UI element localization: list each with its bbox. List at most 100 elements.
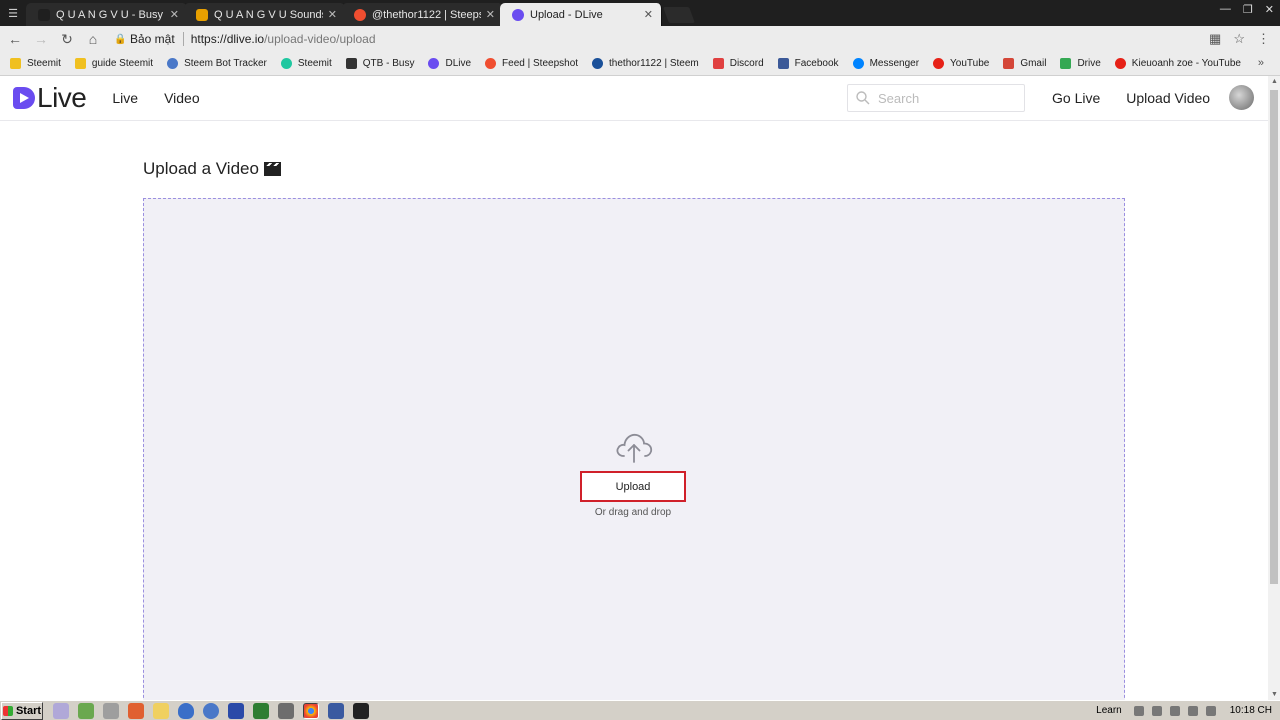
new-tab-button[interactable]	[663, 7, 695, 23]
busy-favicon-icon	[38, 8, 50, 21]
scroll-up-icon[interactable]: ▲	[1271, 78, 1278, 85]
tab-search-icon[interactable]: ☰	[0, 0, 26, 26]
app-icon[interactable]	[253, 702, 269, 719]
app-icon[interactable]	[278, 702, 294, 719]
tab-title: Q U A N G V U - Busy	[56, 8, 163, 21]
header-actions: Go Live Upload Video	[1052, 90, 1210, 106]
bookmark-item[interactable]: thethor1122 | Steem	[592, 58, 699, 69]
bookmark-item[interactable]: DLive	[428, 58, 471, 69]
tray-icon[interactable]	[1169, 705, 1180, 716]
bookmarks-overflow-icon[interactable]: »	[1258, 57, 1264, 69]
upload-video-link[interactable]: Upload Video	[1126, 90, 1210, 106]
translate-icon[interactable]: ▦	[1209, 31, 1221, 47]
steepshot-icon	[485, 58, 497, 69]
steepshot-favicon-icon	[354, 8, 366, 21]
window-controls: — ❐ ✕	[1220, 3, 1274, 16]
bookmark-item[interactable]: Drive	[1060, 58, 1101, 69]
bookmark-label: QTB - Busy	[362, 58, 415, 69]
secure-label: Bảo mật	[130, 32, 175, 46]
folder-icon[interactable]	[153, 702, 169, 719]
bookmark-item[interactable]: Gmail	[1003, 58, 1046, 69]
menu-kebab-icon[interactable]: ⋮	[1257, 31, 1270, 47]
app-icon[interactable]	[78, 702, 94, 719]
bookmark-item[interactable]: Steemit	[280, 58, 332, 69]
reload-icon[interactable]: ↻	[56, 28, 78, 50]
upload-dropzone[interactable]: Upload Or drag and drop	[143, 198, 1125, 718]
dlive-logo[interactable]: Live	[13, 82, 87, 114]
app-icon[interactable]	[103, 702, 119, 719]
home-icon[interactable]: ⌂	[82, 28, 104, 50]
drive-icon	[1060, 58, 1072, 69]
dsound-favicon-icon	[196, 8, 208, 21]
minimize-icon[interactable]: —	[1220, 3, 1231, 16]
tray-icon[interactable]	[1187, 705, 1198, 716]
bookmark-label: Feed | Steepshot	[502, 58, 579, 69]
scroll-down-icon[interactable]: ▼	[1271, 691, 1278, 698]
bookmark-item[interactable]: Steemit	[10, 58, 61, 69]
bookmark-label: Kieuoanh zoe - YouTube	[1131, 58, 1241, 69]
back-arrow-icon[interactable]: ←	[4, 28, 26, 50]
bookmark-item[interactable]: Steem Bot Tracker	[167, 58, 267, 69]
volume-icon[interactable]	[1205, 705, 1216, 716]
app-icon[interactable]	[53, 702, 69, 719]
bookmark-label: Facebook	[794, 58, 839, 69]
address-bar[interactable]: 🔒 Bảo mật https://dlive.io/upload-video/…	[114, 28, 1194, 50]
bookmark-star-icon[interactable]: ☆	[1233, 31, 1245, 47]
learn-label[interactable]: Learn	[1096, 705, 1122, 716]
tab-steepshot[interactable]: @thethor1122 | Steepshot ✕	[342, 3, 504, 26]
bookmark-item[interactable]: Feed | Steepshot	[485, 58, 578, 69]
bot-tracker-icon	[167, 58, 179, 69]
steem-icon	[592, 58, 604, 69]
nav-live[interactable]: Live	[112, 90, 138, 106]
search-box[interactable]	[847, 84, 1025, 112]
busy-icon	[345, 58, 357, 69]
bookmark-item[interactable]: Messenger	[852, 58, 919, 69]
scroll-thumb[interactable]	[1270, 90, 1278, 584]
app-icon[interactable]	[353, 702, 369, 719]
logo-text: Live	[37, 82, 87, 113]
tab-busy[interactable]: Q U A N G V U - Busy ✕	[26, 3, 188, 26]
cloud-upload-icon	[616, 433, 653, 463]
tray-icon[interactable]	[1151, 705, 1162, 716]
tab-close-icon[interactable]: ✕	[644, 8, 653, 21]
tab-close-icon[interactable]: ✕	[486, 8, 495, 21]
forward-arrow-icon[interactable]: →	[30, 28, 52, 50]
bookmark-label: Drive	[1077, 58, 1101, 69]
app-icon[interactable]	[128, 702, 144, 719]
windows-logo-icon	[2, 705, 13, 716]
url-path: /upload-video/upload	[264, 32, 376, 46]
bookmark-item[interactable]: Facebook	[777, 58, 839, 69]
bookmark-label: YouTube	[950, 58, 990, 69]
address-separator	[182, 32, 184, 46]
app-icon[interactable]	[328, 702, 344, 719]
shield-icon[interactable]	[178, 702, 194, 719]
upload-button[interactable]: Upload	[580, 471, 686, 502]
go-live-link[interactable]: Go Live	[1052, 90, 1100, 106]
tab-dsound[interactable]: Q U A N G V U Sounds | DSound ✕	[184, 3, 346, 26]
nav-video[interactable]: Video	[164, 90, 200, 106]
app-icon[interactable]	[203, 702, 219, 719]
bookmark-item[interactable]: YouTube	[933, 58, 989, 69]
tray-icon[interactable]	[1133, 705, 1144, 716]
bookmark-item[interactable]: Discord	[712, 58, 764, 69]
close-window-icon[interactable]: ✕	[1265, 3, 1274, 16]
bookmark-item[interactable]: Kieuoanh zoe - YouTube	[1114, 58, 1241, 69]
drag-drop-hint: Or drag and drop	[594, 507, 672, 518]
lock-icon: 🔒	[114, 33, 127, 45]
bookmark-label: Gmail	[1020, 58, 1047, 69]
bookmark-item[interactable]: guide Steemit	[74, 58, 153, 69]
page-scrollbar[interactable]: ▲ ▼	[1268, 76, 1280, 700]
chrome-icon[interactable]	[303, 702, 319, 719]
tab-dlive-upload[interactable]: Upload - DLive ✕	[500, 3, 662, 26]
app-icon[interactable]	[228, 702, 244, 719]
tab-close-icon[interactable]: ✕	[170, 8, 179, 21]
restore-icon[interactable]: ❐	[1243, 3, 1253, 16]
youtube-icon	[1114, 58, 1126, 69]
avatar[interactable]	[1229, 85, 1254, 110]
start-button[interactable]: Start	[1, 701, 43, 720]
bookmark-item[interactable]: QTB - Busy	[345, 58, 415, 69]
folder-icon	[10, 58, 21, 69]
quick-launch	[53, 702, 369, 719]
tab-close-icon[interactable]: ✕	[328, 8, 337, 21]
search-input[interactable]	[878, 90, 1018, 106]
